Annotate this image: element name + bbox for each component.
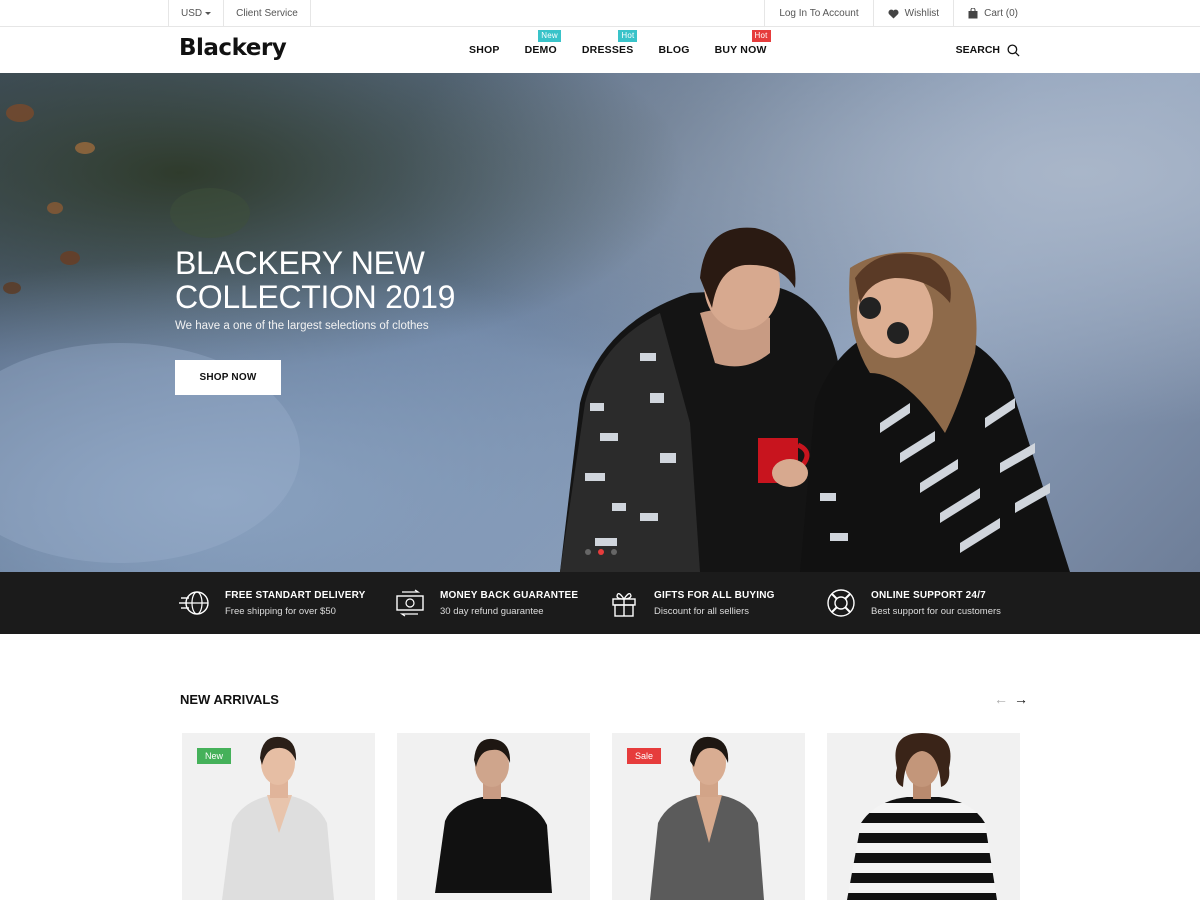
nav-label: DRESSES	[581, 44, 634, 56]
product-card[interactable]	[827, 733, 1020, 900]
feature-gifts: GIFTS FOR ALL BUYING Discount for all se…	[608, 572, 775, 634]
hero-slider: BLACKERY NEW COLLECTION 2019 We have a o…	[0, 73, 1200, 572]
feature-subtitle: Discount for all selliers	[654, 605, 750, 617]
shopping-bag-icon	[968, 8, 978, 19]
model-right	[800, 252, 1070, 572]
nav-item-dresses[interactable]: DRESSES Hot	[581, 27, 638, 73]
product-card[interactable]: New	[182, 733, 375, 900]
heart-icon	[888, 9, 899, 19]
hero-subtitle: We have a one of the largest selections …	[175, 320, 429, 332]
caret-down-icon	[205, 12, 212, 15]
feature-title: MONEY BACK GUARANTEE	[440, 589, 579, 601]
features-bar: FREE STANDART DELIVERY Free shipping for…	[0, 572, 1200, 634]
shop-now-button[interactable]: SHOP NOW	[175, 360, 281, 395]
nav-item-shop[interactable]: SHOP	[469, 27, 500, 73]
product-grid: New Sale	[182, 733, 1020, 900]
feature-title: GIFTS FOR ALL BUYING	[654, 589, 775, 601]
product-tag: New	[197, 748, 232, 764]
hero-title-line1: BLACKERY NEW	[175, 245, 425, 281]
slider-dots	[585, 549, 624, 555]
feature-subtitle: 30 day refund guarantee	[440, 605, 544, 617]
search-icon	[1007, 43, 1020, 57]
nav-label: SHOP	[469, 44, 500, 56]
carousel-arrows: ← →	[988, 692, 1028, 706]
main-header: Blackery SHOP DEMO New DRESSES Hot BLOG …	[0, 27, 1200, 73]
search-label: SEARCH	[955, 44, 1000, 56]
cart-link[interactable]: Cart (0)	[953, 0, 1032, 27]
product-image	[435, 738, 552, 893]
client-service-link[interactable]: Client Service	[224, 0, 311, 27]
feature-title: FREE STANDART DELIVERY	[225, 589, 366, 601]
feature-subtitle: Free shipping for over $50	[225, 605, 336, 617]
arrow-left-icon[interactable]: ←	[994, 692, 1008, 706]
top-bar-left: USD Client Service	[168, 0, 311, 27]
hot-badge: Hot	[618, 30, 638, 42]
product-tag: Sale	[627, 748, 662, 764]
logo[interactable]: Blackery	[179, 35, 287, 61]
search-button[interactable]: SEARCH	[956, 27, 1020, 73]
nav-item-blog[interactable]: BLOG	[658, 27, 689, 73]
section-title: NEW ARRIVALS	[180, 692, 279, 707]
slider-dot[interactable]	[585, 549, 591, 555]
feature-subtitle: Best support for our customers	[871, 605, 1001, 617]
wishlist-link[interactable]: Wishlist	[872, 0, 953, 27]
money-back-icon	[394, 587, 426, 619]
arrow-right-icon[interactable]: →	[1014, 692, 1028, 706]
nav-label: BUY NOW	[714, 44, 767, 56]
hero-title: BLACKERY NEW COLLECTION 2019	[175, 246, 455, 314]
product-card[interactable]: Sale	[612, 733, 805, 900]
gift-icon	[608, 587, 640, 619]
new-badge: New	[538, 30, 561, 42]
currency-selector[interactable]: USD	[168, 0, 225, 27]
wishlist-label: Wishlist	[904, 8, 940, 19]
delivery-globe-icon	[179, 587, 211, 619]
hot-badge: Hot	[751, 30, 771, 42]
nav-item-demo[interactable]: DEMO New	[524, 27, 561, 73]
feature-delivery: FREE STANDART DELIVERY Free shipping for…	[179, 572, 366, 634]
slider-dot[interactable]	[611, 549, 617, 555]
feature-support: ONLINE SUPPORT 24/7 Best support for our…	[825, 572, 1001, 634]
nav-item-buy-now[interactable]: BUY NOW Hot	[714, 27, 771, 73]
feature-money-back: MONEY BACK GUARANTEE 30 day refund guara…	[394, 572, 578, 634]
hero-title-line2: COLLECTION 2019	[175, 279, 456, 315]
currency-label: USD	[181, 8, 203, 19]
main-nav: SHOP DEMO New DRESSES Hot BLOG BUY NOW H…	[469, 27, 792, 73]
lifebuoy-icon	[825, 587, 857, 619]
top-bar-right: Log In To Account Wishlist Cart (0)	[764, 0, 1032, 27]
product-card[interactable]	[397, 733, 590, 900]
slider-dot-active[interactable]	[598, 549, 604, 555]
client-service-label: Client Service	[236, 8, 298, 19]
top-bar: USD Client Service Log In To Account Wis…	[0, 0, 1200, 27]
nav-label: DEMO	[524, 44, 557, 56]
cart-label: Cart (0)	[984, 8, 1018, 19]
login-label: Log In To Account	[779, 8, 859, 19]
product-image	[847, 733, 997, 900]
login-link[interactable]: Log In To Account	[764, 0, 872, 27]
feature-title: ONLINE SUPPORT 24/7	[871, 589, 986, 601]
nav-label: BLOG	[658, 44, 690, 56]
